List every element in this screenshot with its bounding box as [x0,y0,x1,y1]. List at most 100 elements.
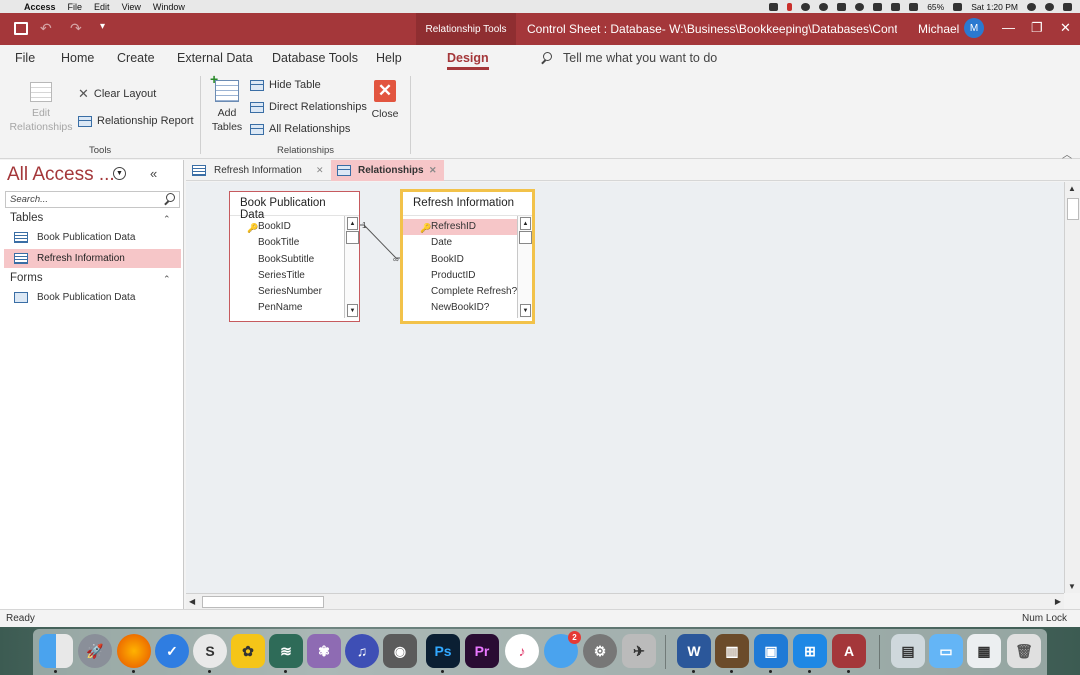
scrivener-icon[interactable]: S [193,634,227,668]
scroll-thumb[interactable] [346,231,359,244]
field-list-title[interactable]: Refresh Information [403,192,532,216]
photoshop-icon[interactable]: Ps [426,634,460,668]
scroll-thumb[interactable] [1067,198,1079,220]
field-row[interactable]: BookTitle [230,235,359,251]
field-row[interactable]: NewBookID? [403,300,532,316]
close-tab-icon[interactable]: ✕ [316,165,324,176]
field-row[interactable]: Complete Refresh? [403,284,532,300]
nav-category-tables[interactable]: Tables [10,212,43,224]
tell-me-box[interactable]: Tell me what you want to do [541,51,717,65]
relationships-canvas[interactable]: 1 ∞ Book Publication Data 🔑 BookID BookTi… [186,182,1064,593]
access-icon[interactable]: A [832,634,866,668]
all-relationships-button[interactable]: All Relationships [250,123,350,135]
firefox-icon[interactable] [117,634,151,668]
folder-icon[interactable]: ▭ [929,634,963,668]
siri-icon[interactable] [1045,2,1054,11]
search-icon[interactable] [164,193,176,205]
scroll-thumb[interactable] [519,231,532,244]
trash-icon[interactable]: 🗑 [1007,634,1041,668]
tab-home[interactable]: Home [61,51,94,65]
scroll-up-icon[interactable]: ▲ [1068,184,1076,193]
clear-layout-button[interactable]: ✕ Clear Layout [78,86,156,102]
tab-design[interactable]: Design [447,51,489,70]
avatar[interactable]: M [964,18,984,38]
record-icon[interactable] [787,2,793,11]
field-row[interactable]: BookSubtitle [230,252,359,268]
canvas-horizontal-scrollbar[interactable]: ◀ ▶ [186,593,1064,609]
premiere-icon[interactable]: Pr [465,634,499,668]
nav-collapse-icon[interactable]: « [150,166,157,181]
mac-menu-window[interactable]: Window [153,2,185,12]
finder-icon[interactable] [39,634,73,668]
close-button[interactable]: ✕ Close [368,80,402,121]
tab-file[interactable]: File [15,51,35,65]
video-app-icon[interactable]: ◉ [383,634,417,668]
scroll-up-icon[interactable]: ▲ [347,217,358,230]
battery-icon[interactable] [953,2,963,11]
butterfly-app-icon[interactable]: ✿ [231,634,265,668]
flower-app-icon[interactable]: ✾ [307,634,341,668]
audio-app-icon[interactable]: ♫ [345,634,379,668]
nav-menu-dropdown-icon[interactable]: ▼ [113,167,126,180]
undo-icon[interactable]: ↶ [40,20,52,37]
scroll-down-icon[interactable]: ▼ [1068,582,1076,591]
messages-icon[interactable]: 2 [544,631,581,668]
word-icon[interactable]: W [677,634,711,668]
creative-cloud-icon[interactable] [819,2,829,11]
nav-item-form-book-publication-data[interactable]: Book Publication Data [4,288,181,307]
mac-menu-file[interactable]: File [68,2,83,12]
hide-table-button[interactable]: Hide Table [250,79,321,91]
relationship-line[interactable] [363,224,397,259]
field-row[interactable]: SeriesNumber [230,284,359,300]
system-preferences-icon[interactable]: ⚙ [583,634,617,668]
field-row[interactable]: SeriesTitle [230,268,359,284]
user-name[interactable]: Michael [918,22,959,36]
document-icon[interactable]: ▦ [967,634,1001,668]
notification-center-icon[interactable] [1063,2,1072,11]
collapse-ribbon-icon[interactable]: ︿ [1062,146,1072,161]
nav-search-input[interactable]: Search... [5,191,180,208]
field-list-scrollbar[interactable]: ▲ ▼ [344,216,359,318]
relationship-report-button[interactable]: Relationship Report [78,115,194,127]
collapse-forms-icon[interactable]: ⌃ [163,274,171,285]
restore-button[interactable]: ❐ [1031,20,1043,36]
canvas-vertical-scrollbar[interactable]: ▲ ▼ [1064,182,1080,593]
field-row[interactable]: BookID [403,252,532,268]
dropbox-icon[interactable] [769,2,779,11]
time-machine-icon[interactable] [855,2,865,11]
scroll-left-icon[interactable]: ◀ [189,597,195,606]
tab-database-tools[interactable]: Database Tools [272,51,358,65]
close-tab-icon[interactable]: ✕ [429,165,437,176]
bluetooth-icon[interactable] [873,2,883,11]
field-row[interactable]: Date [403,235,532,251]
nav-item-refresh-information[interactable]: Refresh Information [4,249,181,268]
spotlight-icon[interactable] [1027,2,1036,11]
mac-menu-edit[interactable]: Edit [94,2,110,12]
redo-icon[interactable]: ↷ [70,20,82,37]
scroll-right-icon[interactable]: ▶ [1055,597,1061,606]
field-row[interactable]: PenName [230,300,359,316]
field-row[interactable]: 🔑 RefreshID [403,219,532,236]
utility-icon[interactable]: ✈ [622,634,656,668]
customize-toolbar-icon[interactable]: ▾ [100,21,105,32]
scroll-down-icon[interactable]: ▼ [347,304,358,317]
nav-item-book-publication-data[interactable]: Book Publication Data [4,228,181,247]
windows-icon[interactable]: ⊞ [793,634,827,668]
field-row[interactable]: ProductID [403,268,532,284]
save-icon[interactable] [14,22,28,35]
field-list-title[interactable]: Book Publication Data [230,192,359,221]
field-list-scrollbar[interactable]: ▲ ▼ [517,216,532,318]
scroll-thumb[interactable] [202,596,324,608]
tab-external-data[interactable]: External Data [177,51,253,65]
doc-tab-relationships[interactable]: Relationships ✕ [331,160,444,181]
doc-tab-refresh-information[interactable]: Refresh Information ✕ [186,160,329,181]
nav-pane-title[interactable]: All Access ... [7,164,115,186]
minimize-button[interactable]: — [1002,20,1015,35]
close-window-button[interactable]: ✕ [1060,20,1071,36]
field-list-refresh-information[interactable]: Refresh Information 🔑 RefreshID Date Book… [400,189,535,324]
tab-create[interactable]: Create [117,51,155,65]
wifi-icon[interactable] [891,2,901,11]
field-list-book-publication-data[interactable]: Book Publication Data 🔑 BookID BookTitle … [229,191,360,322]
volume-icon[interactable] [909,2,919,11]
scroll-up-icon[interactable]: ▲ [520,217,531,230]
